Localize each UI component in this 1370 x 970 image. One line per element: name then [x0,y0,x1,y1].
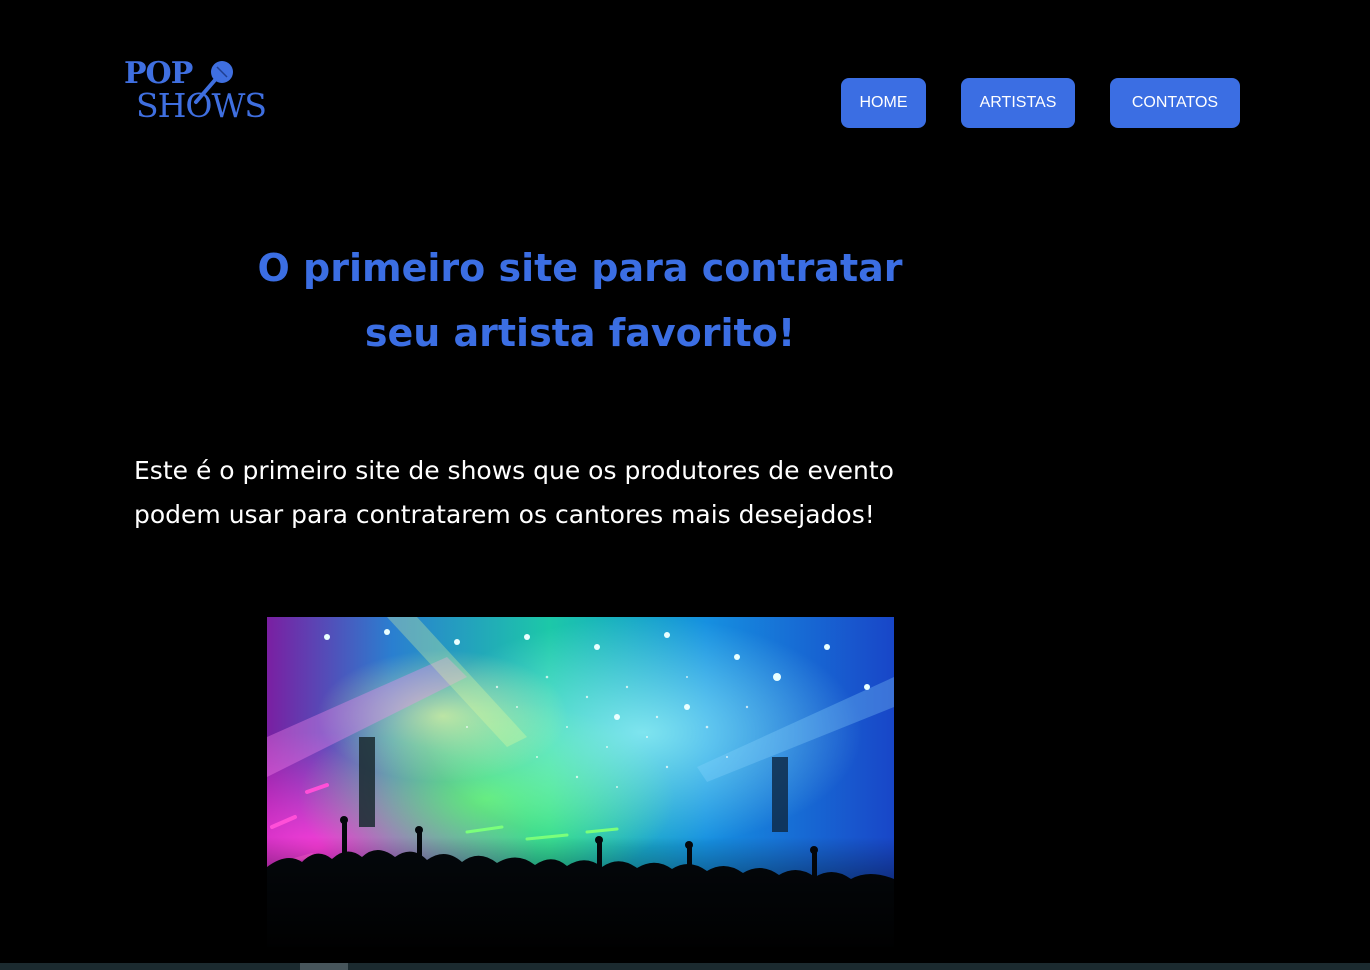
hero-description: Este é o primeiro site de shows que os p… [134,449,1064,537]
site-logo[interactable]: POP SHOWS [122,56,272,130]
scrollbar-thumb[interactable] [300,963,348,970]
horizontal-scrollbar[interactable] [0,963,1370,970]
hero-title-line-2: seu artista favorito! [364,311,796,355]
nav-home-button[interactable]: HOME [841,78,926,128]
hero-description-line-2: podem usar para contratarem os cantores … [134,500,875,529]
nav-contatos-button[interactable]: CONTATOS [1110,78,1240,128]
nav-artistas-button[interactable]: ARTISTAS [961,78,1075,128]
hero-title: O primeiro site para contratar seu artis… [220,236,940,366]
hero-title-line-1: O primeiro site para contratar [257,246,903,290]
hero-description-line-1: Este é o primeiro site de shows que os p… [134,456,894,485]
concert-illustration [267,617,894,947]
concert-crowd-image [267,617,894,947]
logo-text-shows: SHOWS [136,86,267,125]
